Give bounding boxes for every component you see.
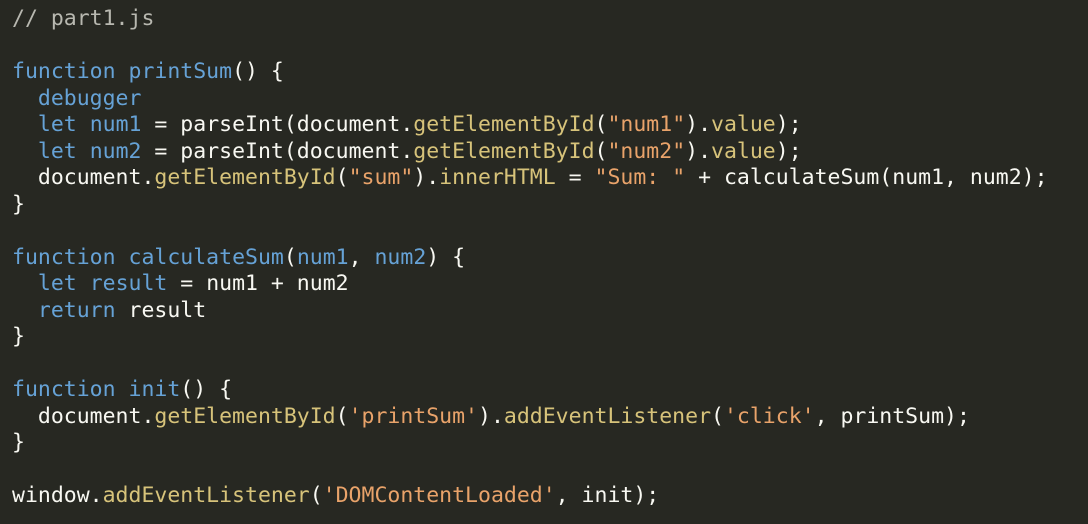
code-identifier: num2 <box>374 244 427 270</box>
code-identifier: num1 <box>296 244 349 270</box>
code-text: , printSum); <box>814 403 970 429</box>
code-line[interactable]: } <box>12 192 1088 219</box>
code-line[interactable]: document.getElementById("sum").innerHTML… <box>12 165 1088 192</box>
code-keyword: function <box>12 377 116 402</box>
code-text: ( <box>309 483 323 508</box>
code-text: ( <box>711 403 724 429</box>
code-keyword: function <box>12 244 116 270</box>
code-method: getElementById <box>413 112 595 137</box>
code-text: = parseInt(document. <box>141 138 414 164</box>
code-line[interactable] <box>12 33 1088 60</box>
code-line[interactable]: return result <box>12 298 1088 325</box>
code-text: } <box>12 191 25 217</box>
code-identifier: num1 <box>89 112 142 137</box>
code-text: ). <box>685 112 712 137</box>
code-method: value <box>711 112 776 137</box>
code-text: , init); <box>555 483 660 508</box>
code-text: = num1 + num2 <box>167 271 349 296</box>
code-identifier: calculateSum <box>128 244 284 270</box>
code-line[interactable]: } <box>12 430 1088 457</box>
code-method: getElementById <box>154 403 336 429</box>
code-method: addEventListener <box>503 403 712 429</box>
code-line[interactable]: // part1.js <box>12 6 1088 33</box>
code-text: window. <box>12 483 103 508</box>
code-line[interactable]: let result = num1 + num2 <box>12 271 1088 298</box>
code-method: getElementById <box>413 138 595 164</box>
code-identifier: init <box>128 377 181 402</box>
code-method: value <box>711 138 776 164</box>
code-line[interactable] <box>12 457 1088 484</box>
code-text: ) { <box>426 244 466 270</box>
code-body[interactable]: // part1.js function printSum() { debugge… <box>12 6 1088 510</box>
code-text: ( <box>283 244 297 270</box>
code-text: ( <box>594 112 608 137</box>
code-line[interactable]: debugger <box>12 86 1088 113</box>
code-keyword: return <box>37 297 116 323</box>
code-text: ( <box>335 403 349 429</box>
code-text: document. <box>12 165 155 190</box>
code-line[interactable]: function printSum() { <box>12 59 1088 86</box>
code-text: ); <box>775 112 802 137</box>
code-text: ). <box>413 165 440 190</box>
code-line[interactable]: window.addEventListener('DOMContentLoade… <box>12 483 1088 510</box>
code-string: "num1" <box>607 112 686 137</box>
code-string: 'printSum' <box>348 403 479 429</box>
code-string: "Sum: " <box>594 165 686 190</box>
code-keyword: let <box>37 112 77 137</box>
code-text: + calculateSum(num1, num2); <box>685 165 1048 190</box>
code-keyword: let <box>37 138 77 164</box>
code-text: = <box>555 165 595 190</box>
code-text: = parseInt(document. <box>141 112 414 137</box>
code-text: ). <box>478 403 504 429</box>
code-text: } <box>12 430 25 455</box>
code-method: getElementById <box>154 165 336 190</box>
code-line[interactable]: } <box>12 324 1088 351</box>
code-method: addEventListener <box>102 483 310 508</box>
code-text: } <box>12 324 25 349</box>
code-identifier: num2 <box>89 138 142 164</box>
code-text: document. <box>12 403 155 429</box>
code-comment: // part1.js <box>12 6 155 31</box>
code-line[interactable]: document.getElementById('printSum').addE… <box>12 404 1088 431</box>
code-text: ). <box>685 138 712 164</box>
code-text: () { <box>180 377 233 402</box>
code-text: ); <box>775 138 802 164</box>
code-text: result <box>115 297 207 323</box>
code-keyword: function <box>12 59 116 84</box>
code-keyword: debugger <box>37 85 142 111</box>
code-text: ( <box>335 165 349 190</box>
code-line[interactable] <box>12 351 1088 378</box>
code-text: () { <box>232 59 284 84</box>
code-string: "num2" <box>607 138 686 164</box>
code-method: innerHTML <box>439 165 556 190</box>
code-string: "sum" <box>348 165 414 190</box>
code-identifier: printSum <box>128 59 233 84</box>
code-identifier: result <box>89 271 168 296</box>
code-line[interactable]: function init() { <box>12 377 1088 404</box>
code-text: , <box>348 244 375 270</box>
code-line[interactable]: let num2 = parseInt(document.getElementB… <box>12 139 1088 166</box>
code-line[interactable]: function calculateSum(num1, num2) { <box>12 245 1088 272</box>
code-string: 'click' <box>723 403 815 429</box>
code-text: ( <box>594 138 608 164</box>
code-editor[interactable]: // part1.js function printSum() { debugge… <box>0 0 1088 524</box>
code-line[interactable] <box>12 218 1088 245</box>
code-keyword: let <box>37 271 77 296</box>
code-string: 'DOMContentLoaded' <box>322 483 556 508</box>
code-line[interactable]: let num1 = parseInt(document.getElementB… <box>12 112 1088 139</box>
